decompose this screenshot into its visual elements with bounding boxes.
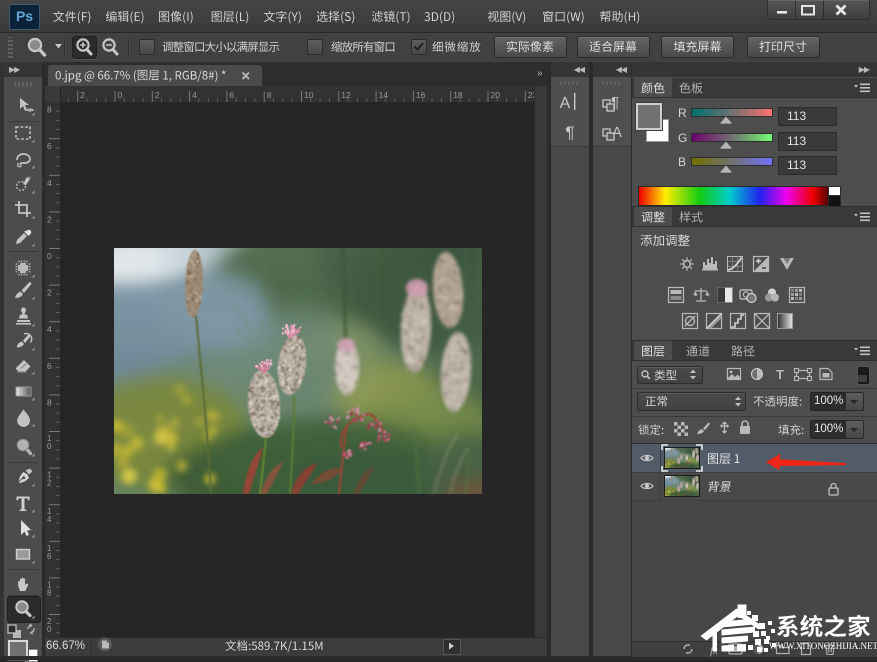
svg-text:4: 4 (192, 90, 197, 100)
svg-text:8: 8 (47, 588, 52, 597)
svg-text:12: 12 (341, 90, 351, 100)
svg-text:2: 2 (47, 214, 52, 224)
svg-text:2: 2 (80, 90, 85, 100)
svg-text:6: 6 (229, 90, 234, 100)
svg-text:20: 20 (491, 90, 501, 100)
svg-text:6: 6 (47, 552, 52, 561)
svg-text:2: 2 (47, 288, 52, 298)
svg-text:6: 6 (47, 361, 52, 371)
svg-text:0: 0 (118, 90, 123, 100)
svg-text:0: 0 (47, 442, 52, 451)
svg-text:2: 2 (155, 90, 160, 100)
svg-text:0: 0 (47, 251, 52, 261)
svg-text:A: A (560, 95, 571, 112)
svg-text:6: 6 (47, 141, 52, 151)
svg-text:4: 4 (47, 324, 52, 334)
svg-text:4: 4 (47, 178, 52, 188)
svg-text:16: 16 (416, 90, 426, 100)
svg-text:4: 4 (47, 515, 52, 524)
svg-text:14: 14 (379, 90, 389, 100)
svg-text:2: 2 (47, 479, 52, 488)
svg-text:8: 8 (47, 397, 52, 407)
svg-text:0: 0 (47, 625, 52, 634)
svg-text:10: 10 (304, 90, 314, 100)
svg-text:¶: ¶ (565, 123, 574, 142)
svg-text:8: 8 (47, 105, 52, 115)
svg-text:8: 8 (267, 90, 272, 100)
svg-text:18: 18 (453, 90, 463, 100)
